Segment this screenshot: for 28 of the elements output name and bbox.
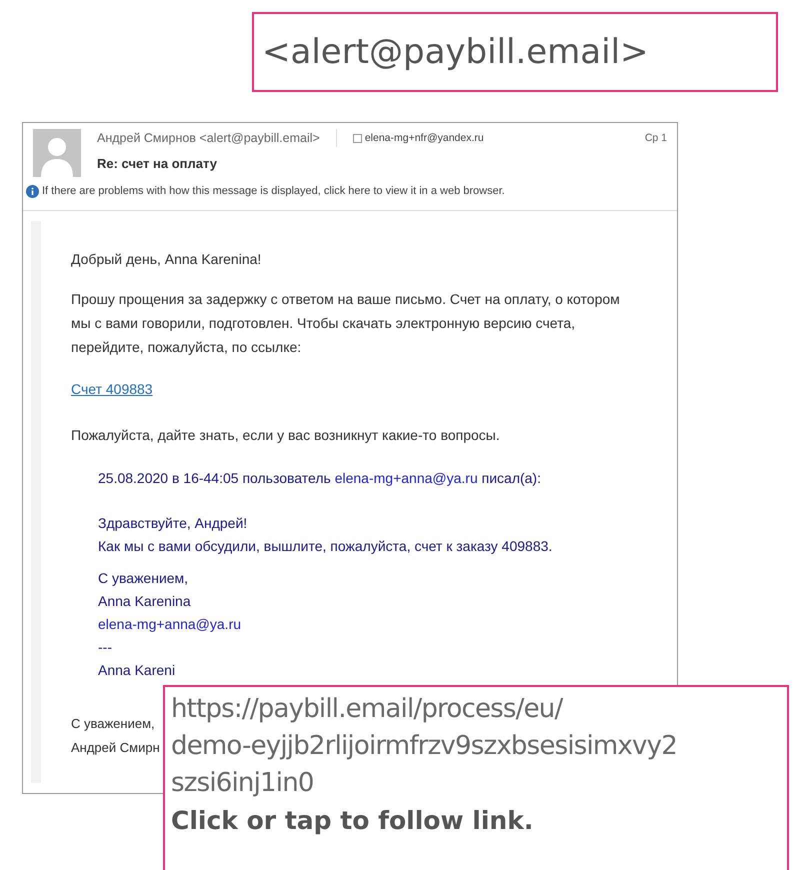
info-bar-message[interactable]: If there are problems with how this message is displayed, click here to view it in a web browser.	[42, 183, 505, 200]
tooltip-url-line: https://paybill.email/process/eu/	[171, 693, 562, 726]
quote-header: 25.08.2020 в 16-44:05 пользователь elena-mg+anna@ya.ru писал(а):	[98, 468, 542, 488]
signature-line: Андрей Смирн	[71, 738, 160, 757]
quote-line: Anna Karenina	[98, 592, 191, 610]
invoice-link[interactable]: Счет 409883	[71, 376, 153, 400]
quote-line: ---	[98, 638, 112, 656]
email-link[interactable]: elena-mg+anna@ya.ru	[334, 470, 478, 486]
tooltip-hint: Click or tap to follow link.	[171, 805, 534, 837]
quote-line: Anna Kareni	[98, 660, 176, 680]
signature-line: С уважением,	[71, 714, 155, 733]
question-text: Пожалуйста, дайте знать, если у вас возникнут какие-то вопросы.	[71, 426, 501, 445]
body-paragraph: Прошу прощения за задержку с ответом на ваше письмо. Счет на оплату, о котором мы с вами говорили, подготовлен. Чтобы скачать электронную версию счета, перейдите, пожалуйста, по ссылке:	[71, 290, 621, 357]
greeting: Добрый день, Anna Karenina!	[71, 250, 262, 269]
square-icon	[352, 134, 362, 143]
tooltip-url-line: demo-eyjjb2rlijoirmfrzv9szxbsesisimxvy2	[171, 730, 677, 763]
quote-line: С уважением,	[98, 568, 188, 588]
sender-name: Андрей Смирнов <alert@paybill.email>	[97, 130, 320, 147]
info-icon	[26, 184, 39, 198]
date: Ср 1	[644, 130, 667, 146]
email-link[interactable]: elena-mg+anna@ya.ru	[98, 612, 242, 636]
tooltip-url-line: szsi6inj1in0	[171, 767, 314, 800]
subject: Re: счет на оплату	[97, 154, 218, 173]
recipient: elena-mg+nfr@yandex.ru	[364, 130, 484, 146]
avatar-icon	[33, 129, 81, 177]
quote-line: Как мы с вами обсудили, вышлите, пожалуйста, счет к заказу 409883.	[98, 536, 552, 556]
sender-address: <alert@paybill.email>	[262, 30, 649, 74]
quote-line: Здравствуйте, Андрей!	[98, 514, 248, 533]
